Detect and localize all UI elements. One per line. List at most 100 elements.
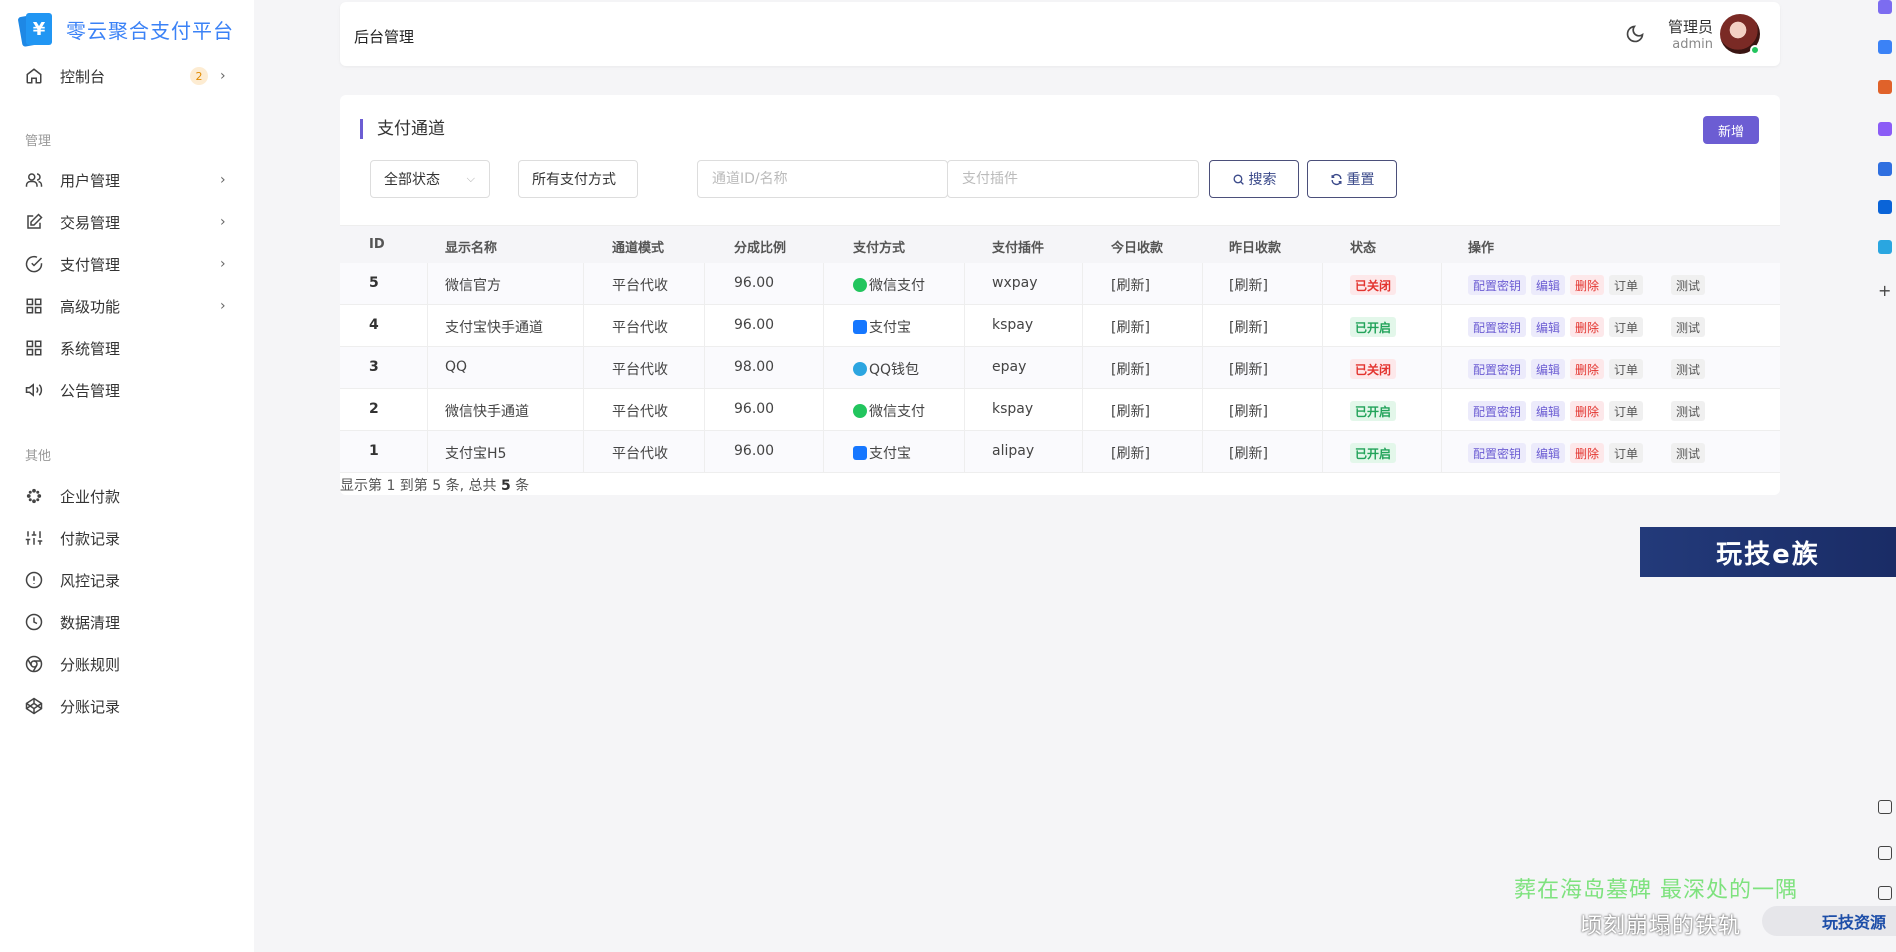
reset-button[interactable]: 重置 [1307,160,1397,198]
sidebar-item-advanced[interactable]: 高级功能 › [0,286,254,326]
cell-yesterday[interactable]: [刷新] [1229,359,1268,379]
status-select[interactable]: 全部状态 ⌵ [370,160,490,198]
user-name[interactable]: 管理员 [1663,16,1713,37]
copilot-icon[interactable] [1878,162,1892,176]
sidebar-item-dashboard[interactable]: 控制台 2 › [0,56,254,96]
test-button[interactable]: 测试 [1671,275,1706,295]
moon-icon[interactable] [1625,24,1647,46]
screenshot-icon[interactable] [1878,800,1892,814]
sidebar-item-payments[interactable]: 支付管理 › [0,244,254,284]
online-status-dot [1750,45,1760,55]
add-channel-button[interactable]: 新增 [1703,116,1759,144]
sidebar-item-enterprise-pay[interactable]: 企业付款 [0,476,254,516]
cell-name: QQ [445,359,468,375]
test-button[interactable]: 测试 [1671,359,1706,379]
delete-button[interactable]: 删除 [1570,443,1605,463]
sidebar-item-announcements[interactable]: 公告管理 [0,370,254,410]
channel-search-input[interactable] [697,160,948,198]
external-link-icon[interactable] [1878,886,1892,900]
orders-button[interactable]: 订单 [1609,443,1644,463]
col-header[interactable]: 状态 [1350,237,1376,256]
sidebar-item-transactions[interactable]: 交易管理 › [0,202,254,242]
brand[interactable]: ¥ 零云聚合支付平台 [17,10,234,48]
col-header[interactable]: 支付插件 [992,237,1044,256]
people-icon[interactable] [1878,122,1892,136]
orders-button[interactable]: 订单 [1609,317,1644,337]
cell-yesterday[interactable]: [刷新] [1229,275,1268,295]
sidebar-item-users[interactable]: 用户管理 › [0,160,254,200]
status-badge[interactable]: 已关闭 [1350,359,1397,379]
sidebar-item-payment-records[interactable]: 付款记录 [0,518,254,558]
search-icon[interactable] [1878,0,1892,14]
cell-today[interactable]: [刷新] [1111,443,1150,463]
cell-yesterday[interactable]: [刷新] [1229,401,1268,421]
test-button[interactable]: 测试 [1671,317,1706,337]
edit-button[interactable]: 编辑 [1531,443,1566,463]
cell-today[interactable]: [刷新] [1111,359,1150,379]
delete-button[interactable]: 删除 [1570,359,1605,379]
sidebar-item-data-cleanup[interactable]: 数据清理 [0,602,254,642]
wechat-pay-icon [853,404,867,418]
cell-yesterday[interactable]: [刷新] [1229,443,1268,463]
sidebar: ¥ 零云聚合支付平台 控制台 2 › 管理 用户管理 › 交易管理 › 支付管理… [0,0,254,952]
column-divider [427,305,428,347]
edit-button[interactable]: 编辑 [1531,401,1566,421]
config-key-button[interactable]: 配置密钥 [1468,401,1527,421]
pay-type-select[interactable]: 所有支付方式 [518,160,638,198]
cell-mode: 平台代收 [612,362,668,378]
orders-button[interactable]: 订单 [1609,401,1644,421]
column-divider [964,389,965,431]
config-key-button[interactable]: 配置密钥 [1468,317,1527,337]
cell-today[interactable]: [刷新] [1111,401,1150,421]
test-button[interactable]: 测试 [1671,443,1706,463]
pagination-prefix: 显示第 1 到第 5 条, 总共 [340,478,501,494]
orders-button[interactable]: 订单 [1609,359,1644,379]
test-button[interactable]: 测试 [1671,401,1706,421]
sidebar-item-system[interactable]: 系统管理 [0,328,254,368]
sidebar-item-split-rules[interactable]: 分账规则 [0,644,254,684]
config-key-button[interactable]: 配置密钥 [1468,443,1527,463]
sidebar-toggle-icon[interactable] [1878,846,1892,860]
col-header[interactable]: 今日收款 [1111,237,1163,256]
delete-button[interactable]: 删除 [1570,275,1605,295]
plus-icon[interactable]: + [1878,283,1892,299]
search-button[interactable]: 搜索 [1209,160,1299,198]
column-divider [427,263,428,305]
grid-icon [24,338,44,358]
delete-button[interactable]: 删除 [1570,401,1605,421]
sidebar-item-risk-records[interactable]: 风控记录 [0,560,254,600]
edit-button[interactable]: 编辑 [1531,317,1566,337]
col-header[interactable]: 通道模式 [612,237,664,256]
col-header[interactable]: 显示名称 [445,237,497,256]
col-header[interactable]: 分成比例 [734,237,786,256]
plugin-search-input[interactable] [947,160,1199,198]
cell-name: 微信快手通道 [445,404,529,420]
edit-button[interactable]: 编辑 [1531,275,1566,295]
column-divider [704,431,705,473]
cell-name: 支付宝H5 [445,446,507,462]
orders-button[interactable]: 订单 [1609,275,1644,295]
status-badge[interactable]: 已开启 [1350,317,1397,337]
cell-today[interactable]: [刷新] [1111,317,1150,337]
briefcase-icon[interactable] [1878,80,1892,94]
cell-rate: 96.00 [734,275,775,291]
config-key-button[interactable]: 配置密钥 [1468,275,1527,295]
cell-yesterday[interactable]: [刷新] [1229,317,1268,337]
send-icon[interactable] [1878,240,1892,254]
column-divider [964,347,965,389]
cell-today[interactable]: [刷新] [1111,275,1150,295]
chevron-right-icon: › [220,172,226,188]
column-divider [1202,263,1203,305]
col-header[interactable]: ID [369,237,385,252]
status-badge[interactable]: 已关闭 [1350,275,1397,295]
col-header[interactable]: 支付方式 [853,237,905,256]
delete-button[interactable]: 删除 [1570,317,1605,337]
outlook-icon[interactable] [1878,200,1892,214]
sidebar-item-split-records[interactable]: 分账记录 [0,686,254,726]
status-badge[interactable]: 已开启 [1350,401,1397,421]
col-header[interactable]: 昨日收款 [1229,237,1281,256]
status-badge[interactable]: 已开启 [1350,443,1397,463]
tag-icon[interactable] [1878,40,1892,54]
edit-button[interactable]: 编辑 [1531,359,1566,379]
config-key-button[interactable]: 配置密钥 [1468,359,1527,379]
